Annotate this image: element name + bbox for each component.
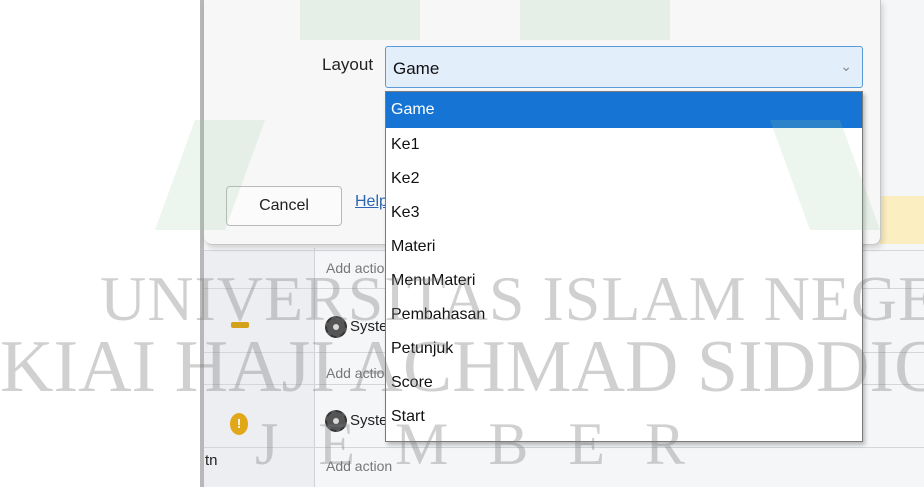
dropdown-option-ke3[interactable]: Ke3 <box>386 196 862 230</box>
chevron-down-icon: ⌄ <box>840 58 852 74</box>
left-panel-text: tn <box>205 452 218 469</box>
watermark-line-3: JEMBER <box>255 411 726 477</box>
dropdown-option-materi[interactable]: Materi <box>386 230 862 264</box>
layout-select[interactable]: Game ⌄ <box>385 46 863 88</box>
cancel-button[interactable]: Cancel <box>226 186 342 226</box>
highlight-band <box>880 196 924 244</box>
hint-icon[interactable]: ! <box>230 413 248 435</box>
watermark-logo <box>300 0 420 40</box>
watermark-line-2: KIAI HAJI ACHMAD SIDDIQ <box>0 326 924 408</box>
layout-select-value: Game <box>393 59 440 78</box>
layout-label: Layout <box>322 55 374 74</box>
help-link[interactable]: Help <box>355 193 385 211</box>
watermark-logo <box>520 0 670 40</box>
